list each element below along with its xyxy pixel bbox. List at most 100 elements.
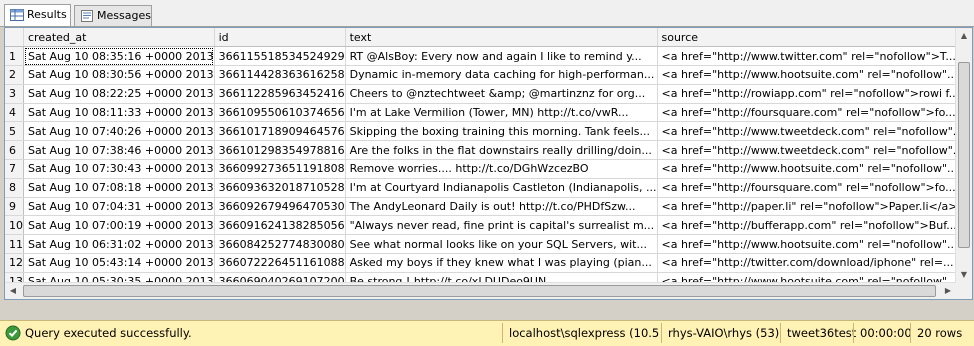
source-cell[interactable]: <a href="http://www.tweetdeck.com" rel="…	[657, 140, 965, 161]
table-row[interactable]: 6 Sat Aug 10 07:38:46 +0000 2013 366101298…	[5, 140, 972, 161]
created-at-cell[interactable]: Sat Aug 10 07:30:43 +0000 2013	[23, 159, 215, 179]
source-cell[interactable]: <a href="http://paper.li" rel="nofollow"…	[657, 197, 965, 217]
results-table: created_at id text source truncated in_r…	[5, 28, 972, 292]
row-number-cell[interactable]: 11	[5, 234, 24, 255]
row-number-cell[interactable]: 6	[5, 140, 24, 161]
status-bar: Query executed successfully. localhost\s…	[0, 320, 974, 346]
text-cell[interactable]: Asked my boys if they knew what I was pl…	[345, 253, 658, 273]
id-cell[interactable]: 366072226451161088	[214, 253, 346, 273]
id-cell[interactable]: 366084252774830080	[214, 234, 346, 255]
row-number-cell[interactable]: 1	[5, 46, 24, 67]
column-header-text[interactable]: text	[345, 28, 658, 48]
tab-results-label: Results	[27, 8, 67, 21]
column-header-id[interactable]: id	[214, 28, 346, 48]
id-cell[interactable]: 366114428363616258	[214, 65, 346, 85]
id-cell[interactable]: 366093632018710528	[214, 178, 346, 198]
text-cell[interactable]: Skipping the boxing training this mornin…	[345, 121, 658, 142]
text-cell[interactable]: I'm at Lake Vermilion (Tower, MN) http:/…	[345, 103, 658, 123]
created-at-cell[interactable]: Sat Aug 10 07:08:18 +0000 2013	[23, 178, 215, 198]
source-cell[interactable]: <a href="http://www.twitter.com" rel="no…	[657, 46, 965, 67]
grid-icon	[10, 9, 24, 21]
created-at-cell[interactable]: Sat Aug 10 08:22:25 +0000 2013	[23, 84, 215, 104]
text-cell[interactable]: RT @AlsBoy: Every now and again I like t…	[345, 46, 658, 67]
text-cell[interactable]: Are the folks in the flat downstairs rea…	[345, 140, 658, 161]
table-row[interactable]: 1 Sat Aug 10 08:35:16 +0000 2013 366115518…	[5, 46, 972, 67]
status-database: tweet36test	[780, 323, 857, 343]
created-at-cell[interactable]: Sat Aug 10 07:40:26 +0000 2013	[23, 121, 215, 142]
created-at-cell[interactable]: Sat Aug 10 07:38:46 +0000 2013	[23, 140, 215, 161]
row-number-cell[interactable]: 7	[5, 159, 24, 179]
id-cell[interactable]: 366112285963452416	[214, 84, 346, 104]
table-row[interactable]: 5 Sat Aug 10 07:40:26 +0000 2013 366101718…	[5, 121, 972, 142]
row-number-cell[interactable]: 12	[5, 253, 24, 273]
row-number-cell[interactable]: 8	[5, 178, 24, 198]
text-cell[interactable]: I'm at Courtyard Indianapolis Castleton …	[345, 178, 658, 198]
scroll-up-icon[interactable]: ▲	[956, 28, 972, 44]
source-cell[interactable]: <a href="http://foursquare.com" rel="nof…	[657, 178, 965, 198]
text-cell[interactable]: See what normal looks like on your SQL S…	[345, 234, 658, 255]
horizontal-scroll-thumb[interactable]	[23, 285, 936, 297]
results-grid[interactable]: created_at id text source truncated in_r…	[4, 27, 973, 300]
column-header-rownum[interactable]	[5, 28, 24, 48]
source-cell[interactable]: <a href="http://rowiapp.com" rel="nofoll…	[657, 84, 965, 104]
row-number-cell[interactable]: 10	[5, 215, 24, 236]
messages-icon	[81, 10, 93, 22]
status-elapsed: 00:00:00	[853, 323, 912, 343]
table-row[interactable]: 11 Sat Aug 10 06:31:02 +0000 2013 36608425…	[5, 234, 972, 255]
row-number-cell[interactable]: 3	[5, 84, 24, 104]
source-cell[interactable]: <a href="http://bufferapp.com" rel="nofo…	[657, 215, 965, 236]
tab-messages-label: Messages	[97, 9, 151, 22]
table-row[interactable]: 7 Sat Aug 10 07:30:43 +0000 2013 366099273…	[5, 159, 972, 179]
created-at-cell[interactable]: Sat Aug 10 08:11:33 +0000 2013	[23, 103, 215, 123]
row-number-cell[interactable]: 9	[5, 197, 24, 217]
table-row[interactable]: 12 Sat Aug 10 05:43:14 +0000 2013 36607222…	[5, 253, 972, 273]
created-at-cell[interactable]: Sat Aug 10 07:04:31 +0000 2013	[23, 197, 215, 217]
text-cell[interactable]: "Always never read, fine print is capita…	[345, 215, 658, 236]
text-cell[interactable]: Remove worries.... http://t.co/DGhWzcezB…	[345, 159, 658, 179]
column-header-source[interactable]: source	[657, 28, 965, 48]
id-cell[interactable]: 366101718909464576	[214, 121, 346, 142]
text-cell[interactable]: The AndyLeonard Daily is out! http://t.c…	[345, 197, 658, 217]
created-at-cell[interactable]: Sat Aug 10 08:30:56 +0000 2013	[23, 65, 215, 85]
scroll-down-icon[interactable]: ▼	[956, 267, 972, 283]
scroll-left-icon[interactable]: ◀	[5, 283, 21, 299]
source-cell[interactable]: <a href="http://www.hootsuite.com" rel="…	[657, 234, 965, 255]
id-cell[interactable]: 366091624138285056	[214, 215, 346, 236]
created-at-cell[interactable]: Sat Aug 10 08:35:16 +0000 2013	[23, 46, 215, 67]
text-cell[interactable]: Dynamic in-memory data caching for high-…	[345, 65, 658, 85]
table-row[interactable]: 9 Sat Aug 10 07:04:31 +0000 2013 366092679…	[5, 197, 972, 217]
vertical-scrollbar[interactable]: ▲ ▼	[955, 28, 972, 283]
status-message: Query executed successfully.	[25, 326, 192, 340]
created-at-cell[interactable]: Sat Aug 10 07:00:19 +0000 2013	[23, 215, 215, 236]
created-at-cell[interactable]: Sat Aug 10 06:31:02 +0000 2013	[23, 234, 215, 255]
id-cell[interactable]: 366115518534524929	[214, 46, 346, 67]
row-number-cell[interactable]: 2	[5, 65, 24, 85]
row-number-cell[interactable]: 4	[5, 103, 24, 123]
tab-results[interactable]: Results	[4, 4, 71, 26]
id-cell[interactable]: 366092679496470530	[214, 197, 346, 217]
text-cell[interactable]: Cheers to @nztechtweet &amp; @martinznz …	[345, 84, 658, 104]
source-cell[interactable]: <a href="http://foursquare.com" rel="nof…	[657, 103, 965, 123]
horizontal-scrollbar[interactable]: ◀ ▶	[5, 282, 956, 299]
vertical-scroll-thumb[interactable]	[958, 62, 970, 248]
results-tab-bar: Results Messages	[0, 0, 974, 27]
id-cell[interactable]: 366109550610374656	[214, 103, 346, 123]
row-number-cell[interactable]: 5	[5, 121, 24, 142]
scroll-right-icon[interactable]: ▶	[940, 283, 956, 299]
column-header-created-at[interactable]: created_at	[23, 28, 215, 48]
table-row[interactable]: 3 Sat Aug 10 08:22:25 +0000 2013 366112285…	[5, 84, 972, 104]
table-row[interactable]: 2 Sat Aug 10 08:30:56 +0000 2013 366114428…	[5, 65, 972, 85]
tab-messages[interactable]: Messages	[74, 5, 152, 26]
table-row[interactable]: 10 Sat Aug 10 07:00:19 +0000 2013 36609162…	[5, 215, 972, 236]
source-cell[interactable]: <a href="http://www.hootsuite.com" rel="…	[657, 159, 965, 179]
scrollbar-corner	[956, 283, 972, 299]
created-at-cell[interactable]: Sat Aug 10 05:43:14 +0000 2013	[23, 253, 215, 273]
source-cell[interactable]: <a href="http://www.hootsuite.com" rel="…	[657, 65, 965, 85]
source-cell[interactable]: <a href="http://twitter.com/download/iph…	[657, 253, 965, 273]
id-cell[interactable]: 366101298354978816	[214, 140, 346, 161]
source-cell[interactable]: <a href="http://www.tweetdeck.com" rel="…	[657, 121, 965, 142]
table-row[interactable]: 8 Sat Aug 10 07:08:18 +0000 2013 366093632…	[5, 178, 972, 198]
id-cell[interactable]: 366099273651191808	[214, 159, 346, 179]
table-row[interactable]: 4 Sat Aug 10 08:11:33 +0000 2013 366109550…	[5, 103, 972, 123]
header-row: created_at id text source truncated in_r	[5, 28, 972, 48]
